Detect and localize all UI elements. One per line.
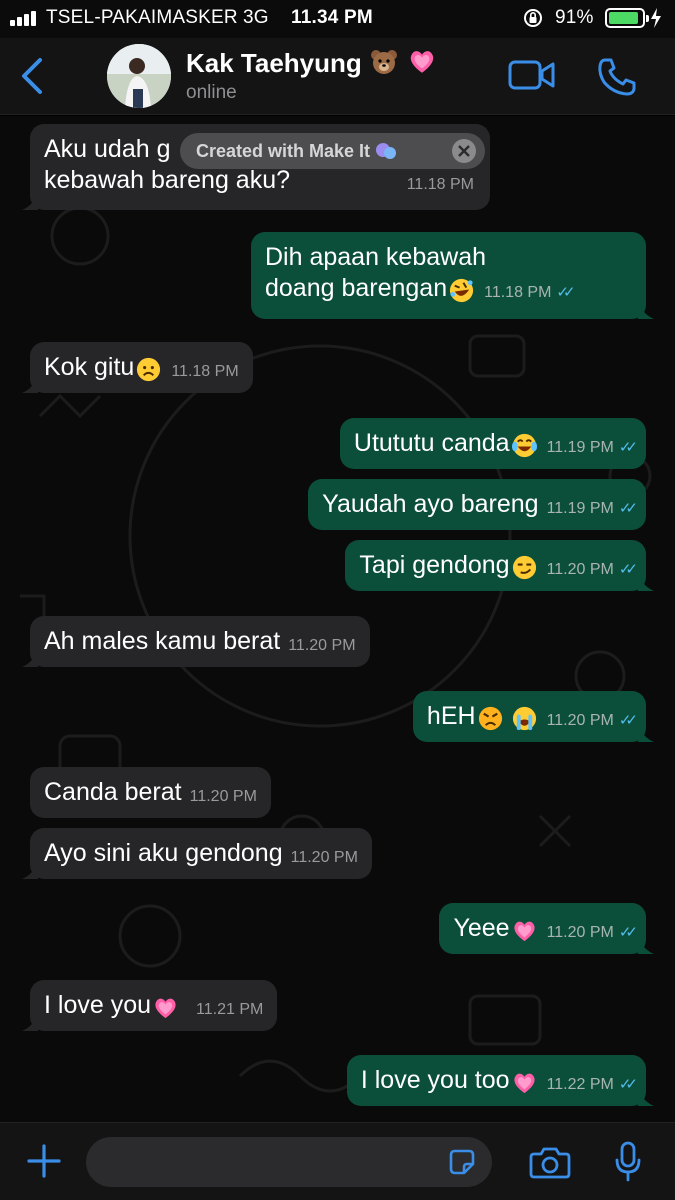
message-input[interactable] <box>86 1137 492 1187</box>
message-bubble-incoming[interactable]: Ah males kamu berat 11.20 PM <box>22 616 370 667</box>
input-bar <box>0 1122 675 1200</box>
watermark-text: Created with Make It <box>196 141 397 162</box>
message-time: 11.20 PM ✓✓ <box>546 561 639 578</box>
tears-of-joy-emoji <box>511 433 537 458</box>
pink-heart-emoji <box>155 998 176 1019</box>
message-time: 11.20 PM <box>290 849 358 866</box>
message-text: I love you <box>44 991 152 1019</box>
message-time: 11.18 PM ✓✓ <box>484 284 576 301</box>
read-receipt-icon: ✓✓ <box>618 561 638 578</box>
read-receipt-icon: ✓✓ <box>618 924 638 941</box>
back-chevron-icon[interactable] <box>18 56 46 96</box>
message-time: 11.19 PM ✓✓ <box>546 439 639 456</box>
message-bubble-outgoing[interactable]: hEH 11.20 PM ✓✓ <box>412 691 654 742</box>
message-text: doang barengan <box>265 274 448 302</box>
read-receipt-icon: ✓✓ <box>618 439 638 456</box>
message-time: 11.20 PM ✓✓ <box>546 712 639 729</box>
microphone-icon[interactable] <box>614 1141 642 1183</box>
message-text: Utututu canda <box>353 429 510 457</box>
bubble-icon <box>376 143 397 159</box>
message-time: 11.21 PM <box>196 1001 264 1018</box>
read-receipt-icon: ✓✓ <box>556 284 575 301</box>
message-text: Ayo sini aku gendong <box>44 839 283 867</box>
sticker-icon[interactable] <box>447 1147 477 1177</box>
frown-emoji <box>137 357 161 382</box>
message-bubble-incoming[interactable]: I love you 11.21 PM <box>22 980 278 1031</box>
plus-icon[interactable] <box>26 1143 62 1179</box>
battery-level <box>609 12 638 24</box>
message-text: Dih apaan kebawah <box>265 243 486 271</box>
crying-emoji <box>512 706 536 731</box>
message-bubble-outgoing[interactable]: Yaudah ayo bareng 11.19 PM ✓✓ <box>308 479 646 530</box>
signal-strength-icon <box>10 10 40 26</box>
message-text: Canda berat <box>44 778 182 806</box>
camera-icon[interactable] <box>529 1145 571 1179</box>
message-time: 11.18 PM <box>171 363 239 380</box>
pink-heart-emoji <box>513 921 535 942</box>
angry-emoji <box>478 706 502 731</box>
charging-bolt-icon <box>651 8 661 28</box>
message-bubble-incoming[interactable]: Canda berat 11.20 PM <box>30 767 271 818</box>
message-bubble-incoming[interactable]: Ayo sini aku gendong 11.20 PM <box>22 828 372 879</box>
bear-emoji <box>371 50 398 74</box>
message-text: Tapi gendong <box>359 551 510 579</box>
clock: 11.34 PM <box>291 7 373 28</box>
video-call-icon[interactable] <box>508 59 556 91</box>
message-text: Yaudah ayo bareng <box>322 490 539 518</box>
message-text: I love you too <box>360 1066 510 1094</box>
message-text: hEH <box>426 702 476 730</box>
contact-avatar[interactable] <box>107 44 171 108</box>
message-bubble-outgoing[interactable]: I love you too 11.22 PM ✓✓ <box>346 1055 654 1106</box>
message-text: Ah males kamu berat <box>44 627 281 655</box>
read-receipt-icon: ✓✓ <box>618 500 638 517</box>
message-time: 11.18 PM <box>406 176 474 193</box>
message-bubble-outgoing[interactable]: Utututu canda 11.19 PM ✓✓ <box>339 418 646 469</box>
chat-area[interactable]: Aku udah g kebawah bareng aku? 11.18 PM … <box>0 116 675 1122</box>
message-text: Kok gitu <box>44 353 135 381</box>
pink-heart-emoji <box>513 1073 535 1094</box>
message-time: 11.20 PM <box>189 788 257 805</box>
message-bubble-outgoing[interactable]: Yeee 11.20 PM ✓✓ <box>439 903 654 954</box>
close-icon[interactable] <box>452 139 476 163</box>
chat-header: Kak Taehyung online <box>0 38 675 115</box>
network-type: 3G <box>243 7 269 28</box>
message-bubble-outgoing[interactable]: Tapi gendong 11.20 PM ✓✓ <box>345 540 654 591</box>
pink-heart-emoji <box>411 51 434 73</box>
carrier-name: TSEL-PAKAIMASKER <box>46 7 238 28</box>
battery-icon <box>605 8 649 28</box>
message-time: 11.22 PM ✓✓ <box>546 1076 639 1093</box>
message-time: 11.20 PM ✓✓ <box>546 924 639 941</box>
rofl-emoji <box>450 278 474 303</box>
message-text: Yeee <box>453 914 510 942</box>
status-bar: TSEL-PAKAIMASKER 3G 11.34 PM 91% <box>0 0 675 38</box>
contact-name[interactable]: Kak Taehyung <box>186 46 438 79</box>
message-bubble-outgoing[interactable]: Dih apaan kebawah doang barengan 11.18 P… <box>251 232 654 319</box>
battery-percent: 91% <box>555 7 594 28</box>
contact-status: online <box>186 82 237 103</box>
orientation-lock-icon <box>524 9 542 27</box>
read-receipt-icon: ✓✓ <box>618 1076 638 1093</box>
read-receipt-icon: ✓✓ <box>618 712 638 729</box>
message-time: 11.20 PM <box>288 637 356 654</box>
voice-call-icon[interactable] <box>596 56 638 98</box>
watermark-banner: Created with Make It <box>180 133 485 169</box>
message-time: 11.19 PM ✓✓ <box>546 500 639 517</box>
smirk-emoji <box>512 555 536 580</box>
message-bubble-incoming[interactable]: Kok gitu 11.18 PM <box>22 342 253 393</box>
